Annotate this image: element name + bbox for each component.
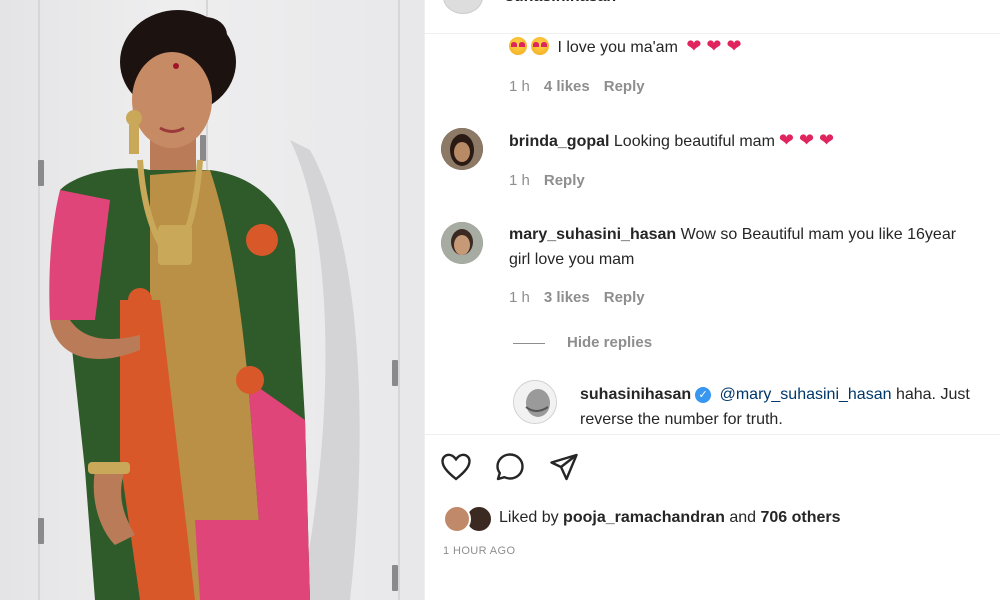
instagram-comments-panel: suhasinihasan I love you ma'am ❤ ❤ ❤ 1 h…: [424, 0, 1000, 600]
comment-3-body-line2: girl love you mam: [509, 251, 635, 268]
comment-3-text-line1: mary_suhasini_hasan Wow so Beautiful mam…: [509, 222, 956, 247]
avatar-photo: [514, 381, 556, 423]
reply-text-line1: suhasinihasan ✓ @mary_suhasini_hasan haha…: [580, 382, 970, 407]
comment-3-username[interactable]: mary_suhasini_hasan: [509, 226, 676, 243]
heart-outline-icon[interactable]: [441, 453, 471, 481]
reply-username[interactable]: suhasinihasan: [580, 386, 691, 403]
comment-2-time: 1 h: [509, 172, 530, 189]
reply-body-line2: reverse the number for truth.: [580, 411, 783, 428]
comment-2-reply-button[interactable]: Reply: [544, 172, 585, 189]
comment-2-text: brinda_gopal Looking beautiful mam ❤ ❤ ❤: [509, 128, 834, 154]
comment-3-reply-button[interactable]: Reply: [604, 289, 645, 306]
reply-body-line1: haha. Just: [895, 386, 970, 403]
comment-3-time: 1 h: [509, 289, 530, 306]
heart-eyes-emoji-icon: [509, 37, 527, 55]
avatar[interactable]: [443, 0, 483, 14]
woman-in-saree-illustration: [49, 10, 360, 600]
liked-by-others-link[interactable]: 706 others: [760, 509, 840, 526]
comment-1-text: I love you ma'am ❤ ❤ ❤: [509, 34, 742, 60]
comment-2-username[interactable]: brinda_gopal: [509, 133, 609, 150]
hide-replies-button[interactable]: Hide replies: [567, 334, 652, 351]
avatar-photo: [441, 222, 483, 264]
header-username[interactable]: suhasinihasan: [505, 0, 616, 6]
avatar-photo: [441, 128, 483, 170]
post-photo: [0, 0, 424, 600]
liked-by-line: Liked by pooja_ramachandran and 706 othe…: [499, 509, 841, 527]
red-hearts: ❤ ❤ ❤: [778, 130, 835, 150]
comment-bubble-icon[interactable]: [495, 452, 525, 482]
avatar[interactable]: [443, 505, 471, 533]
avatar[interactable]: [441, 128, 483, 170]
red-hearts: ❤ ❤ ❤: [686, 36, 742, 56]
comment-2-body: Looking beautiful mam: [613, 133, 775, 150]
avatar[interactable]: [513, 380, 557, 424]
actions-divider: [425, 434, 1000, 435]
replies-divider-line: [513, 343, 545, 344]
comment-3-body-line1: Wow so Beautiful mam you like 16year: [680, 226, 957, 243]
post-timestamp[interactable]: 1 HOUR AGO: [443, 545, 515, 557]
reply-mention-link[interactable]: @mary_suhasini_hasan: [720, 386, 892, 403]
comment-3-meta: 1 h 3 likes Reply: [509, 289, 645, 306]
comment-1-body: I love you ma'am: [557, 39, 678, 56]
comment-1-likes[interactable]: 4 likes: [544, 78, 590, 95]
comment-1-time: 1 h: [509, 78, 530, 95]
comment-1-reply-button[interactable]: Reply: [604, 78, 645, 95]
liked-by-user-link[interactable]: pooja_ramachandran: [563, 509, 725, 526]
hide-replies-button-wrap: Hide replies: [567, 334, 652, 351]
verified-badge-icon: ✓: [695, 387, 712, 403]
liked-by-and: and: [729, 509, 757, 526]
comment-1-meta: 1 h 4 likes Reply: [509, 78, 645, 95]
comment-3-likes[interactable]: 3 likes: [544, 289, 590, 306]
paper-plane-icon[interactable]: [549, 452, 579, 482]
heart-eyes-emoji-icon: [531, 37, 549, 55]
avatar[interactable]: [441, 222, 483, 264]
post-header-strip: suhasinihasan: [425, 0, 1000, 34]
comment-2-meta: 1 h Reply: [509, 172, 585, 189]
liked-by-prefix: Liked by: [499, 509, 559, 526]
